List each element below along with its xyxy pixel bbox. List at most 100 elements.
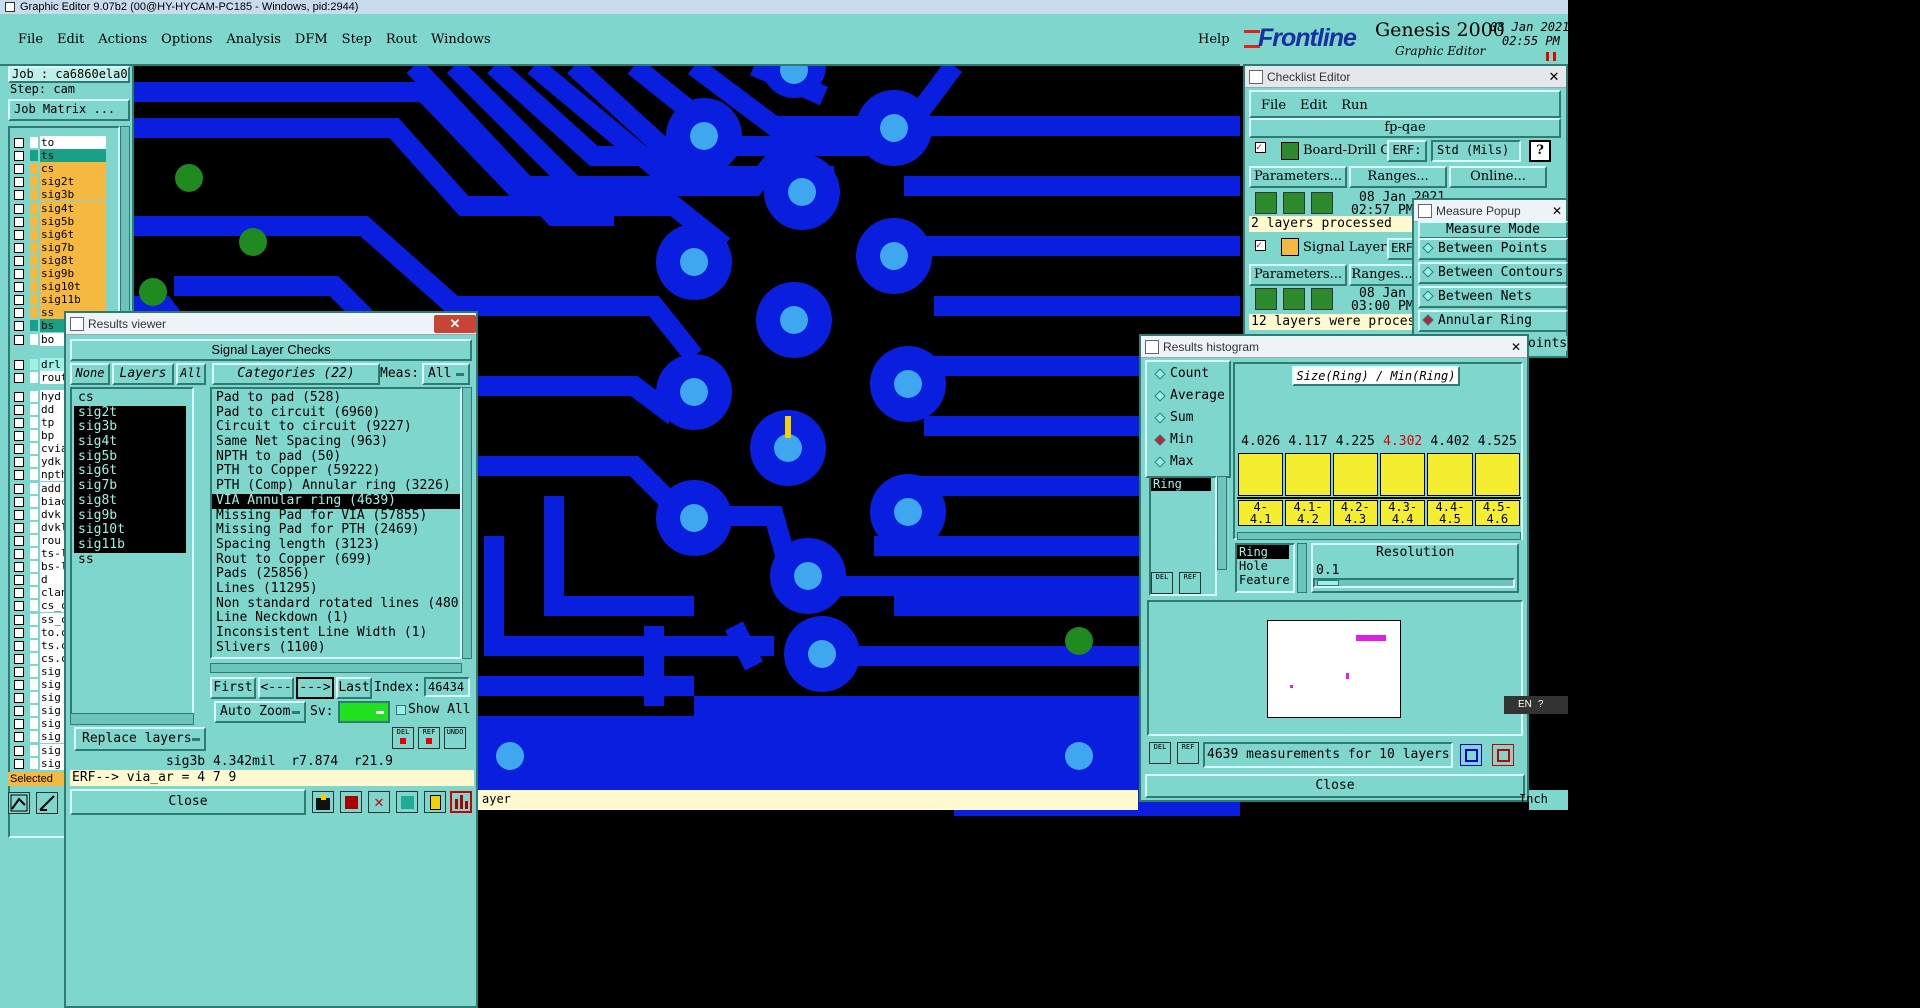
parameters-button[interactable]: Parameters... (1249, 264, 1347, 286)
run-icon[interactable] (1283, 192, 1305, 214)
layer-checkbox[interactable] (14, 666, 24, 677)
layer-checkbox[interactable] (14, 562, 24, 573)
layer-row[interactable]: ts (10, 149, 110, 163)
menu-options[interactable]: Options (161, 32, 212, 47)
layer-checkbox[interactable] (14, 509, 24, 520)
erf-value[interactable]: Std (Mils) (1431, 140, 1521, 162)
del-icon[interactable]: DEL (1149, 742, 1171, 764)
layer-checkbox[interactable] (14, 444, 24, 455)
layer-row[interactable]: cs (10, 162, 110, 176)
last-button[interactable]: Last (336, 677, 372, 699)
category-item[interactable]: Pad to circuit (6960) (212, 405, 460, 421)
layer-checkbox[interactable] (14, 732, 24, 743)
histogram-close-button[interactable]: Close (1145, 774, 1525, 798)
meas-dropdown[interactable]: All (422, 363, 470, 385)
parameters-button[interactable]: Parameters... (1249, 166, 1347, 188)
category-item[interactable]: Spacing length (3123) (212, 537, 460, 553)
menu-edit[interactable]: Edit (57, 32, 84, 47)
menu-dfm[interactable]: DFM (295, 32, 328, 47)
layer-checkbox[interactable] (14, 575, 24, 586)
layer-results-scrollbar[interactable] (70, 713, 194, 725)
layer-checkbox[interactable] (14, 164, 24, 175)
layer-row[interactable]: sig2t (10, 175, 110, 189)
layer-checkbox[interactable] (14, 522, 24, 533)
ref-icon[interactable]: REF (1177, 742, 1199, 764)
category-item[interactable]: PTH (Comp) Annular ring (3226) (212, 478, 460, 494)
report-icon[interactable] (340, 791, 362, 813)
category-scrollbar[interactable] (462, 387, 472, 659)
histogram-bar[interactable] (1332, 453, 1378, 496)
layer-checkbox[interactable] (14, 457, 24, 468)
result-layer-item[interactable]: sig9b (74, 508, 186, 524)
layer-checkbox[interactable] (14, 308, 24, 319)
language-indicator[interactable]: EN? (1504, 696, 1568, 714)
type-item[interactable]: Hole (1237, 559, 1289, 573)
layer-checkbox[interactable] (14, 282, 24, 293)
auto-zoom-dropdown[interactable]: Auto Zoom (214, 701, 306, 723)
check-toggle[interactable]: ✓ (1255, 142, 1266, 153)
measure-mode-between-points[interactable]: Between Points (1418, 238, 1568, 260)
clear-icon[interactable]: ✕ (368, 791, 390, 813)
ranges-button[interactable]: Ranges... (1349, 264, 1415, 286)
pause-icon[interactable] (1546, 52, 1556, 61)
layer-checkbox[interactable] (14, 758, 24, 769)
result-layer-item[interactable]: sig10t (74, 522, 186, 538)
run-icon[interactable] (1311, 192, 1333, 214)
histogram-option-sum[interactable]: Sum (1152, 410, 1193, 426)
layer-checkbox[interactable] (14, 242, 24, 253)
layer-checkbox[interactable] (14, 391, 24, 402)
layer-row[interactable]: sig3b (10, 188, 110, 202)
result-layer-item[interactable]: sig5b (74, 449, 186, 465)
category-item[interactable]: Non standard rotated lines (480) (212, 596, 460, 612)
run-icon[interactable] (1311, 288, 1333, 310)
result-layer-item[interactable]: sig2t (74, 405, 186, 421)
highlight-icon[interactable] (1492, 744, 1514, 766)
category-item[interactable]: Missing Pad for VIA (57855) (212, 508, 460, 524)
category-item[interactable]: Circuit to circuit (9227) (212, 420, 460, 435)
checklist-menu-run[interactable]: Run (1341, 98, 1368, 113)
layer-row[interactable]: sig7b (10, 240, 110, 254)
close-icon[interactable]: ✕ (1507, 338, 1525, 356)
layer-row[interactable]: to (10, 136, 110, 149)
type-scrollbar[interactable] (1297, 543, 1307, 593)
resolution-slider[interactable] (1313, 578, 1515, 588)
histogram-bar[interactable] (1238, 453, 1284, 496)
layer-checkbox[interactable] (14, 549, 24, 559)
layer-checkbox[interactable] (14, 535, 24, 546)
layer-checkbox[interactable] (14, 177, 24, 188)
layer-checkbox[interactable] (14, 588, 24, 599)
layer-checkbox[interactable] (14, 372, 24, 383)
chart-hscrollbar[interactable] (1237, 532, 1521, 540)
category-item[interactable]: Pads (25856) (212, 567, 460, 582)
all-button[interactable]: All (176, 363, 206, 385)
run-icon[interactable] (1255, 192, 1277, 214)
layer-checkbox[interactable] (14, 138, 24, 148)
layer-checkbox[interactable] (14, 216, 24, 227)
export-icon[interactable] (1460, 744, 1482, 766)
help-button[interactable]: ? (1529, 140, 1551, 162)
erf-button[interactable]: ERF: (1387, 140, 1427, 162)
field-ring[interactable]: Ring (1151, 478, 1211, 491)
next-button[interactable]: ---> (296, 677, 334, 699)
category-item[interactable]: Inconsistent Line Width (1) (212, 625, 460, 641)
checklist-menu-file[interactable]: File (1261, 98, 1286, 113)
layer-checkbox[interactable] (14, 706, 24, 717)
layer-checkbox[interactable] (14, 404, 24, 415)
measure-mode-annular-ring[interactable]: Annular Ring (1418, 310, 1568, 332)
result-layer-item[interactable]: sig4t (74, 434, 186, 450)
result-layer-item[interactable]: sig3b (74, 420, 186, 436)
index-field[interactable]: 46434 (424, 677, 470, 697)
menu-actions[interactable]: Actions (98, 32, 147, 47)
field-scrollbar[interactable] (1217, 476, 1227, 570)
layer-row[interactable]: sig8t (10, 253, 110, 267)
del-icon[interactable]: DEL (392, 727, 414, 749)
category-hscrollbar[interactable] (210, 663, 462, 673)
menu-windows[interactable]: Windows (431, 32, 491, 47)
histogram-option-count[interactable]: Count (1152, 366, 1209, 382)
layer-checkbox[interactable] (14, 269, 24, 279)
histogram-bar[interactable] (1427, 453, 1473, 496)
category-item[interactable]: Slivers (1100) (212, 640, 460, 656)
category-item[interactable]: Pad to pad (528) (212, 390, 460, 406)
layer-checkbox[interactable] (14, 359, 24, 370)
result-layer-item[interactable]: sig11b (74, 537, 186, 553)
